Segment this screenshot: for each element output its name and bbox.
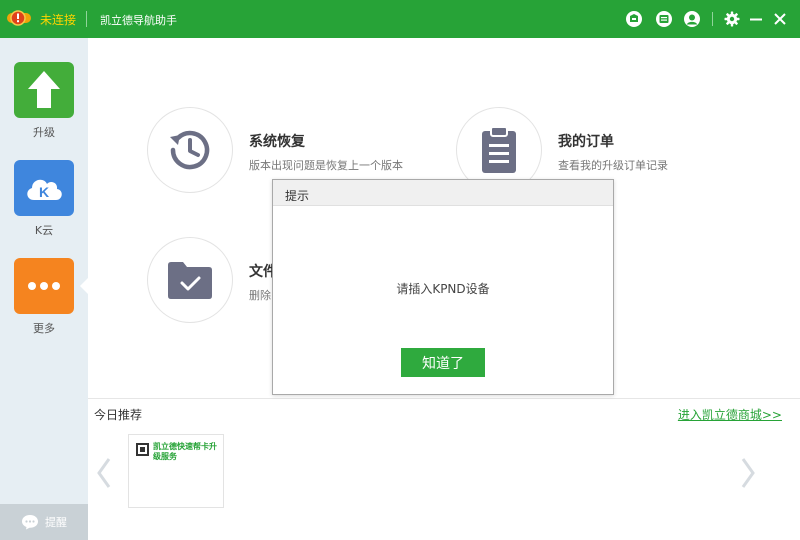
titlebar-divider [712, 12, 713, 26]
user-button[interactable] [682, 9, 702, 29]
history-restore-icon [170, 130, 210, 170]
svg-text:K: K [39, 184, 49, 200]
feature-desc: 版本出现问题是恢复上一个版本 [249, 159, 403, 172]
kcloud-tile[interactable]: K [14, 160, 74, 216]
recommend-card-text: 凯立德快速帮卡升级服务 [153, 442, 217, 461]
upgrade-arrow-icon [28, 71, 60, 108]
folder-check-icon [168, 262, 212, 299]
recommend-label: 今日推荐 [94, 408, 143, 422]
sidebar-item-label: 更多 [33, 322, 55, 335]
feature-icon-circle [147, 107, 233, 193]
message-icon [656, 11, 672, 27]
feature-desc: 删除 [249, 289, 271, 302]
settings-icon [724, 11, 740, 27]
prompt-dialog: 提示 请插入KPND设备 知道了 [272, 179, 614, 395]
status-warning-icon [7, 10, 31, 26]
feature-desc: 查看我的升级订单记录 [558, 159, 668, 172]
sidebar-item-label: K云 [34, 224, 54, 237]
close-button[interactable] [770, 9, 790, 29]
sidebar-item-kcloud[interactable]: K K云 [14, 160, 74, 238]
clipboard-icon [482, 126, 516, 173]
qr-code-icon [136, 443, 149, 456]
recommend-card[interactable]: 凯立德快速帮卡升级服务 [128, 434, 224, 508]
close-icon [774, 13, 786, 25]
sidebar-item-upgrade[interactable]: 升级 [14, 62, 74, 140]
feature-title: 系统恢复 [249, 134, 305, 150]
next-arrow-button[interactable] [738, 456, 758, 490]
connection-status: 未连接 [40, 13, 77, 27]
dialog-title: 提示 [285, 189, 310, 203]
dialog-message: 请插入KPND设备 [396, 282, 490, 296]
chevron-right-icon [741, 458, 755, 488]
feature-title: 我的订单 [558, 134, 614, 150]
chevron-left-icon [97, 458, 111, 488]
skin-icon [626, 11, 642, 27]
app-title: 凯立德导航助手 [100, 14, 177, 27]
sidebar: 升级 K K云 更多 提醒 [0, 38, 88, 540]
sidebar-item-label: 升级 [33, 126, 55, 139]
minimize-icon [750, 18, 762, 21]
more-tile[interactable] [14, 258, 74, 314]
remind-button[interactable]: 提醒 [0, 504, 88, 540]
dialog-header: 提示 [273, 180, 613, 206]
prev-arrow-button[interactable] [94, 456, 114, 490]
skin-button[interactable] [624, 9, 644, 29]
user-icon [684, 11, 700, 27]
title-separator [86, 11, 87, 27]
minimize-button[interactable] [746, 9, 766, 29]
chat-bubble-icon [22, 515, 38, 530]
dialog-ok-button[interactable]: 知道了 [401, 348, 485, 377]
sidebar-item-more[interactable]: 更多 [14, 258, 74, 336]
recommend-divider [88, 398, 800, 399]
message-button[interactable] [654, 9, 674, 29]
mall-link[interactable]: 进入凯立德商城>> [678, 406, 782, 423]
remind-label: 提醒 [45, 516, 67, 529]
active-item-pointer [80, 278, 88, 294]
feature-icon-circle [147, 237, 233, 323]
more-dots-icon [28, 282, 60, 290]
settings-button[interactable] [722, 9, 742, 29]
k-cloud-icon: K [27, 179, 62, 200]
upgrade-tile[interactable] [14, 62, 74, 118]
title-bar: 未连接 凯立德导航助手 [0, 0, 800, 38]
